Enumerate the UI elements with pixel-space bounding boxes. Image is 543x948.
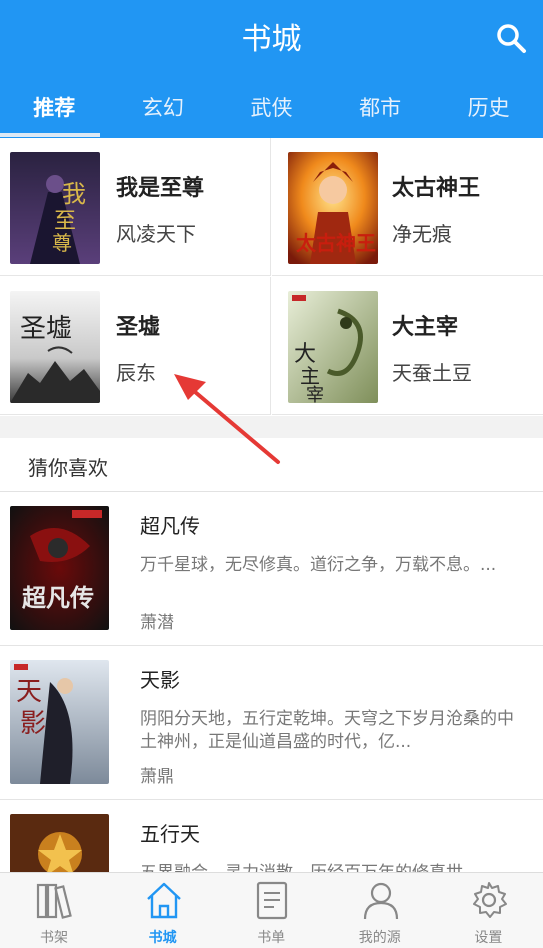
document-icon	[257, 881, 288, 920]
nav-booklist[interactable]: 书单	[217, 873, 326, 948]
book-cover	[10, 814, 109, 872]
person-icon	[363, 882, 398, 920]
book-description: 阴阳分天地，五行定乾坤。天穹之下岁月沧桑的中土神州，正是仙道昌盛的时代，亿...	[140, 709, 514, 752]
book-cover: 太古神王	[288, 152, 378, 264]
active-tab-indicator	[0, 133, 100, 137]
book-title: 大主宰	[392, 315, 459, 340]
book-cover: 圣墟	[10, 291, 100, 403]
book-title: 我是至尊	[116, 176, 205, 201]
tab-urban[interactable]: 都市	[326, 80, 435, 138]
svg-text:天: 天	[16, 677, 42, 707]
featured-book-card[interactable]: 圣墟 圣墟 辰东	[0, 277, 271, 415]
svg-text:超凡传: 超凡传	[22, 583, 94, 612]
svg-text:尊: 尊	[52, 231, 72, 255]
book-description: 五界融合，灵力消散，历经百万年的修真世	[140, 862, 520, 872]
book-description: 万千星球，无尽修真。道衍之争，万载不息。...	[140, 555, 497, 575]
tab-wuxia[interactable]: 武侠	[217, 80, 326, 138]
book-author: 天蚕土豆	[392, 361, 472, 385]
nav-label: 我的源	[358, 930, 401, 946]
tab-fantasy[interactable]: 玄幻	[109, 80, 218, 138]
app-header: 书城 推荐 玄幻 武侠 都市 历史	[0, 0, 543, 138]
category-tabs: 推荐 玄幻 武侠 都市 历史	[0, 80, 543, 138]
nav-bookshelf[interactable]: 书架	[0, 873, 109, 948]
book-title: 圣墟	[116, 315, 161, 340]
list-item[interactable]: 超凡传 超凡传 万千星球，无尽修真。道衍之争，万载不息。... 萧潜	[0, 492, 543, 646]
book-cover: 大 主 宰	[288, 291, 378, 403]
page-title: 书城	[241, 22, 302, 57]
nav-settings[interactable]: 设置	[434, 873, 543, 948]
book-author: 萧鼎	[140, 767, 174, 787]
nav-label: 书单	[257, 930, 286, 946]
book-title: 超凡传	[140, 514, 200, 538]
book-author: 风凌天下	[116, 222, 196, 246]
tab-recommend[interactable]: 推荐	[0, 80, 109, 138]
book-author: 萧潜	[140, 613, 174, 633]
book-author: 辰东	[116, 361, 156, 385]
list-item[interactable]: 五行天 五界融合，灵力消散，历经百万年的修真世	[0, 800, 543, 872]
svg-text:影: 影	[20, 709, 46, 739]
book-title: 天影	[140, 668, 180, 692]
svg-text:我: 我	[62, 180, 86, 208]
nav-label: 设置	[474, 930, 503, 946]
search-icon[interactable]	[495, 22, 527, 54]
nav-my-sources[interactable]: 我的源	[326, 873, 435, 948]
recommend-book-list: 超凡传 超凡传 万千星球，无尽修真。道衍之争，万载不息。... 萧潜 天 影 天…	[0, 492, 543, 872]
svg-text:圣墟: 圣墟	[20, 314, 72, 344]
book-title: 太古神王	[392, 176, 481, 201]
book-cover: 我 至 尊	[10, 152, 100, 264]
book-author: 净无痕	[392, 222, 452, 246]
svg-text:太古神王: 太古神王	[296, 231, 376, 255]
tab-history[interactable]: 历史	[434, 80, 543, 138]
featured-books-grid: 我 至 尊 我是至尊 风凌天下 太古神王 太古神王 净无痕 圣墟 圣墟 辰东 大…	[0, 138, 543, 416]
book-cover: 超凡传	[10, 506, 109, 630]
featured-book-card[interactable]: 太古神王 太古神王 净无痕	[272, 138, 543, 276]
book-cover: 天 影	[10, 660, 109, 784]
svg-text:宰: 宰	[306, 385, 324, 403]
featured-book-card[interactable]: 我 至 尊 我是至尊 风凌天下	[0, 138, 271, 276]
bottom-navigation: 书架 书城 书单 我的源 设置	[0, 872, 543, 948]
nav-label: 书架	[40, 930, 68, 946]
list-item[interactable]: 天 影 天影 阴阳分天地，五行定乾坤。天穹之下岁月沧桑的中土神州，正是仙道昌盛的…	[0, 646, 543, 800]
featured-book-card[interactable]: 大 主 宰 大主宰 天蚕土豆	[272, 277, 543, 415]
recommend-section-header: 猜你喜欢	[0, 438, 543, 492]
nav-label: 书城	[148, 930, 177, 946]
gear-icon	[473, 882, 508, 918]
book-title: 五行天	[140, 822, 200, 846]
section-title: 猜你喜欢	[28, 456, 108, 480]
bookshelf-icon	[36, 883, 72, 919]
home-icon	[146, 882, 181, 919]
nav-bookstore[interactable]: 书城	[109, 873, 218, 948]
